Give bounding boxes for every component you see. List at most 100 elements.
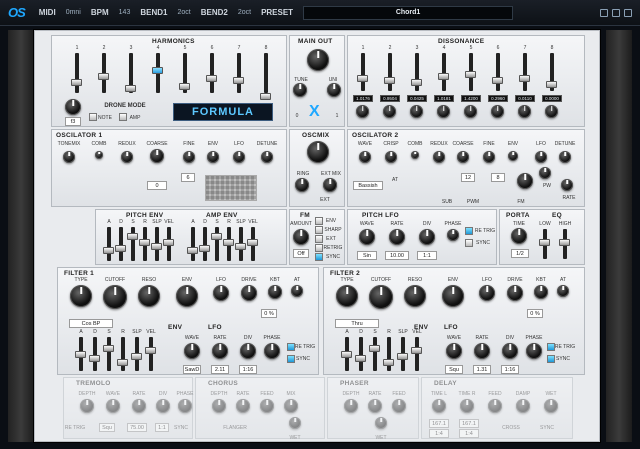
note-button[interactable] bbox=[89, 113, 97, 121]
filter2-lfo-knob[interactable] bbox=[526, 343, 542, 359]
dissonance-fader[interactable] bbox=[519, 53, 530, 91]
chorus-knob[interactable] bbox=[284, 399, 298, 413]
pitch-lfo-knob[interactable] bbox=[389, 229, 405, 245]
pitch-lfo-sync-button[interactable] bbox=[465, 239, 473, 247]
oscmix-knob[interactable] bbox=[307, 141, 329, 163]
porta-time-knob[interactable] bbox=[511, 228, 527, 244]
pitch-lfo-knob[interactable] bbox=[419, 229, 435, 245]
delay-knob[interactable] bbox=[432, 399, 446, 413]
osc2-knob[interactable] bbox=[508, 151, 518, 161]
extmix-knob[interactable] bbox=[323, 178, 337, 192]
tremolo-knob[interactable] bbox=[132, 399, 146, 413]
filter2-knob[interactable] bbox=[404, 285, 426, 307]
filter2-knob[interactable] bbox=[336, 285, 358, 307]
filter1-env-fader[interactable] bbox=[131, 337, 142, 371]
filter2-knob[interactable] bbox=[369, 285, 393, 309]
delay-time-l-value[interactable]: 167.1 bbox=[429, 419, 449, 428]
pitchenv-fader[interactable] bbox=[115, 227, 126, 261]
filter1-env-fader[interactable] bbox=[117, 337, 128, 371]
osc2-knob[interactable] bbox=[359, 151, 371, 163]
eq-high-fader[interactable] bbox=[559, 229, 570, 259]
preset-selector[interactable]: Chord1 bbox=[303, 5, 514, 20]
dissonance-knob[interactable] bbox=[518, 105, 531, 118]
filter1-knob[interactable] bbox=[241, 285, 257, 301]
uni-knob[interactable] bbox=[327, 83, 341, 97]
filter1-knob[interactable] bbox=[213, 285, 229, 301]
delay-time-r-value[interactable]: 167.1 bbox=[459, 419, 479, 428]
pitchenv-fader[interactable] bbox=[127, 227, 138, 261]
osc2-coarse-value[interactable]: 12 bbox=[461, 173, 475, 182]
filter2-retrig-button[interactable] bbox=[547, 343, 555, 351]
filter1-retrig-button[interactable] bbox=[287, 343, 295, 351]
filter1-lfo-knob[interactable] bbox=[212, 343, 228, 359]
osc2-fm-knob[interactable] bbox=[517, 173, 533, 189]
filter2-env-fader[interactable] bbox=[355, 337, 366, 371]
dissonance-fader[interactable] bbox=[411, 53, 422, 91]
osc1-knob[interactable] bbox=[207, 151, 219, 163]
filter1-kbt-value[interactable]: 0 % bbox=[261, 309, 277, 318]
dissonance-fader[interactable] bbox=[492, 53, 503, 91]
ampenv-fader[interactable] bbox=[235, 227, 246, 261]
filter2-lfo-rate-value[interactable]: 1.31 bbox=[473, 365, 491, 374]
delay-knob[interactable] bbox=[460, 399, 474, 413]
osc2-knob[interactable] bbox=[433, 151, 445, 163]
fm-amount-knob[interactable] bbox=[293, 229, 309, 245]
chorus-knob[interactable] bbox=[260, 399, 274, 413]
tremolo-div-value[interactable]: 1:1 bbox=[155, 423, 169, 432]
delay-knob[interactable] bbox=[544, 399, 558, 413]
pitch-lfo-wave-value[interactable]: Sin bbox=[357, 251, 377, 260]
save-preset-icon[interactable] bbox=[612, 8, 620, 17]
osc1-knob[interactable] bbox=[63, 151, 75, 163]
dissonance-knob[interactable] bbox=[383, 105, 396, 118]
filter2-knob[interactable] bbox=[442, 285, 464, 307]
pitch-lfo-knob[interactable] bbox=[359, 229, 375, 245]
filter1-lfo-div-value[interactable]: 1:16 bbox=[239, 365, 257, 374]
pitchenv-fader[interactable] bbox=[163, 227, 174, 261]
filter1-lfo-wave-value[interactable]: SawD bbox=[183, 365, 201, 374]
filter2-kbt-value[interactable]: 0 % bbox=[527, 309, 543, 318]
chorus-knob[interactable] bbox=[212, 399, 226, 413]
fm-retrig-button[interactable] bbox=[315, 244, 323, 252]
osc2-pw-knob[interactable] bbox=[539, 167, 551, 179]
dissonance-knob[interactable] bbox=[464, 105, 477, 118]
osc2-knob[interactable] bbox=[559, 151, 571, 163]
pitchenv-fader[interactable] bbox=[139, 227, 150, 261]
tremolo-knob[interactable] bbox=[178, 399, 192, 413]
filter1-env-fader[interactable] bbox=[75, 337, 86, 371]
midi-channel[interactable]: 0mni bbox=[66, 9, 81, 16]
filter2-lfo-knob[interactable] bbox=[502, 343, 518, 359]
filter2-lfo-knob[interactable] bbox=[446, 343, 462, 359]
prev-preset-icon[interactable] bbox=[600, 8, 608, 17]
filter2-knob[interactable] bbox=[479, 285, 495, 301]
dissonance-knob[interactable] bbox=[437, 105, 450, 118]
pitch-lfo-retrig-button[interactable] bbox=[465, 227, 473, 235]
osc1-fine-value[interactable]: 6 bbox=[181, 173, 195, 182]
harmonic-fader[interactable] bbox=[152, 53, 163, 93]
pitchenv-fader[interactable] bbox=[151, 227, 162, 261]
filter2-sync-button[interactable] bbox=[547, 355, 555, 363]
filter2-env-fader[interactable] bbox=[341, 337, 352, 371]
osc2-knob[interactable] bbox=[483, 151, 495, 163]
porta-value[interactable]: 1/2 bbox=[511, 249, 529, 258]
pitch-lfo-rate-value[interactable]: 10.00 bbox=[385, 251, 409, 260]
main-volume-knob[interactable] bbox=[307, 49, 329, 71]
dissonance-fader[interactable] bbox=[438, 53, 449, 91]
ampenv-fader[interactable] bbox=[187, 227, 198, 261]
harmonic-fader[interactable] bbox=[98, 53, 109, 93]
filter2-env-fader[interactable] bbox=[397, 337, 408, 371]
osc2-knob[interactable] bbox=[385, 151, 397, 163]
filter2-env-fader[interactable] bbox=[411, 337, 422, 371]
harmonic-fader[interactable] bbox=[125, 53, 136, 93]
osc1-knob[interactable] bbox=[121, 151, 133, 163]
filter1-env-fader[interactable] bbox=[103, 337, 114, 371]
filter1-sync-button[interactable] bbox=[287, 355, 295, 363]
tremolo-knob[interactable] bbox=[80, 399, 94, 413]
eq-low-fader[interactable] bbox=[539, 229, 550, 259]
filter1-knob[interactable] bbox=[70, 285, 92, 307]
harmonic-fader[interactable] bbox=[206, 53, 217, 93]
bend2-value[interactable]: 2oct bbox=[238, 9, 251, 16]
fm-sync-button[interactable] bbox=[315, 253, 323, 261]
tune-knob[interactable] bbox=[293, 83, 307, 97]
filter2-knob[interactable] bbox=[507, 285, 523, 301]
tremolo-knob[interactable] bbox=[156, 399, 170, 413]
